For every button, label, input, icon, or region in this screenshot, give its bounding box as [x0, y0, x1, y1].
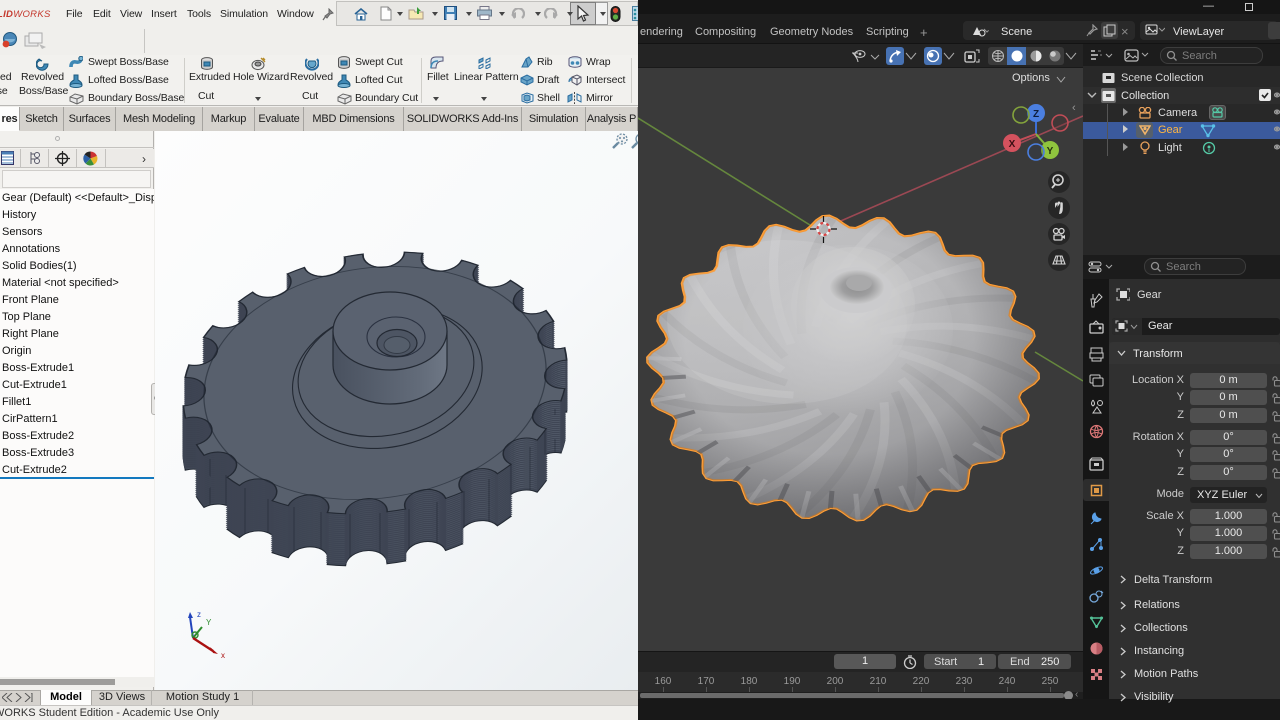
svg-text:x: x	[221, 651, 225, 660]
svg-text:Y: Y	[206, 618, 212, 627]
svg-text:Y: Y	[1047, 146, 1054, 157]
svg-text:Z: Z	[1033, 109, 1039, 120]
svg-text:z: z	[197, 610, 201, 619]
svg-text:X: X	[1009, 139, 1016, 150]
